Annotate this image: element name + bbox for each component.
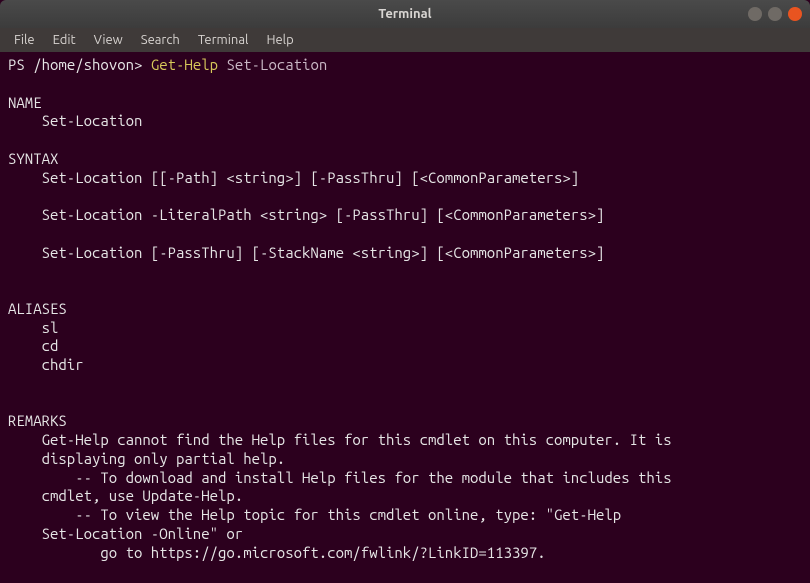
menu-terminal[interactable]: Terminal — [190, 31, 257, 49]
menu-file[interactable]: File — [6, 31, 43, 49]
remarks-line: cmdlet, use Update-Help. — [8, 487, 243, 504]
menu-edit[interactable]: Edit — [45, 31, 84, 49]
remarks-line: -- To view the Help topic for this cmdle… — [8, 506, 621, 523]
window-title: Terminal — [378, 7, 431, 21]
syntax-line: Set-Location -LiteralPath <string> [-Pas… — [8, 206, 604, 223]
menu-view[interactable]: View — [86, 31, 131, 49]
name-value: Set-Location — [8, 112, 142, 129]
minimize-icon[interactable] — [748, 7, 762, 21]
menu-search[interactable]: Search — [133, 31, 188, 49]
menu-help[interactable]: Help — [258, 31, 301, 49]
remarks-line: Set-Location -Online" or — [8, 525, 243, 542]
remarks-line: go to https://go.microsoft.com/fwlink/?L… — [8, 544, 546, 561]
prompt-path: /home/shovon> — [33, 56, 142, 73]
name-heading: NAME — [8, 94, 42, 111]
alias-line: chdir — [8, 356, 84, 373]
terminal-window: Terminal File Edit View Search Terminal … — [0, 0, 810, 583]
alias-line: cd — [8, 337, 58, 354]
syntax-line: Set-Location [-PassThru] [-StackName <st… — [8, 244, 604, 261]
remarks-line: Get-Help cannot find the Help files for … — [8, 431, 672, 448]
terminal-body[interactable]: PS /home/shovon> Get-Help Set-Location N… — [0, 52, 810, 583]
menubar: File Edit View Search Terminal Help — [0, 28, 810, 52]
close-icon[interactable] — [788, 7, 802, 21]
aliases-heading: ALIASES — [8, 300, 67, 317]
prompt-ps: PS — [8, 56, 25, 73]
remarks-line: displaying only partial help. — [8, 450, 285, 467]
syntax-line: Set-Location [[-Path] <string>] [-PassTh… — [8, 169, 579, 186]
syntax-heading: SYNTAX — [8, 150, 58, 167]
remarks-heading: REMARKS — [8, 412, 67, 429]
alias-line: sl — [8, 319, 58, 336]
cmd-get-help: Get-Help — [151, 56, 218, 73]
cmd-arg: Set-Location — [226, 56, 327, 73]
maximize-icon[interactable] — [768, 7, 782, 21]
remarks-line: -- To download and install Help files fo… — [8, 469, 672, 486]
window-controls — [748, 7, 802, 21]
titlebar: Terminal — [0, 0, 810, 28]
